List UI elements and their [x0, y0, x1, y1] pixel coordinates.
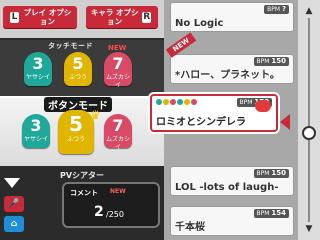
- song-bpm: BPM ?: [264, 5, 289, 14]
- touch-hard-name: ムズカシイ: [105, 74, 130, 89]
- scroll-down-icon[interactable]: ▼: [303, 224, 315, 234]
- touch-normal-level: 5: [72, 54, 84, 73]
- song-bpm: BPM 150: [253, 57, 289, 66]
- song-item[interactable]: BPM 154 千本桜: [170, 206, 294, 236]
- touch-hard-button[interactable]: 7 ムズカシイ: [104, 52, 132, 89]
- home-icon[interactable]: ⌂: [4, 216, 24, 232]
- char-option-button[interactable]: キャラ オプション R: [86, 6, 158, 28]
- crown-icon: ♛: [90, 108, 101, 122]
- song-item[interactable]: BPM 150 *ハロー、プラネット。: [170, 54, 294, 84]
- song-bpm: BPM 150: [253, 169, 289, 178]
- touch-normal-name: ふつう: [68, 74, 87, 81]
- r-key-icon: R: [142, 11, 151, 23]
- comment-count: 2: [94, 204, 104, 220]
- comment-bubble-icon: [255, 100, 271, 112]
- song-title: ロミオとシンデレラ: [156, 117, 246, 128]
- song-title: No Logic: [175, 18, 224, 29]
- song-title: LOL -lots of laugh-: [175, 182, 279, 193]
- song-bpm: BPM 154: [253, 209, 289, 218]
- touch-easy-button[interactable]: 3 ヤサシイ: [24, 52, 52, 86]
- button-easy-name: ヤサシイ: [23, 136, 48, 143]
- comment-label: コメント: [70, 189, 98, 197]
- comment-box[interactable]: コメント NEW 2 /250: [62, 182, 160, 228]
- song-item[interactable]: BPM 150 LOL -lots of laugh-: [170, 166, 294, 196]
- song-title: *ハロー、プラネット。: [175, 70, 280, 81]
- comment-new-badge: NEW: [110, 188, 126, 195]
- button-normal-level: 5: [69, 112, 83, 136]
- comment-total: /250: [106, 210, 124, 219]
- touch-hard-level: 7: [112, 54, 124, 73]
- button-hard-level: 7: [112, 116, 124, 135]
- button-easy-button[interactable]: 3 ヤサシイ: [22, 114, 50, 148]
- touch-mode-label: タッチモード: [48, 42, 93, 50]
- touch-easy-name: ヤサシイ: [25, 74, 50, 81]
- l-key-icon: L: [10, 11, 19, 23]
- button-normal-button[interactable]: 5 ふつう: [58, 110, 94, 154]
- mic-icon[interactable]: 🎤: [4, 196, 24, 212]
- play-option-label: プレイ オプション: [23, 8, 72, 26]
- char-option-label: キャラ オプション: [90, 8, 139, 26]
- song-title: 千本桜: [175, 222, 205, 233]
- scroll-thumb[interactable]: [302, 126, 316, 140]
- button-easy-level: 3: [30, 116, 42, 135]
- button-hard-button[interactable]: 7 ムズカシイ: [104, 114, 132, 151]
- touch-normal-button[interactable]: 5 ふつう: [64, 52, 92, 86]
- touch-easy-level: 3: [32, 54, 44, 73]
- button-hard-name: ムズカシイ: [105, 136, 130, 151]
- play-option-button[interactable]: L プレイ オプション: [3, 6, 77, 28]
- scroll-track: [308, 18, 310, 222]
- scroll-up-icon[interactable]: ▲: [303, 6, 315, 16]
- song-item[interactable]: BPM ? No Logic: [170, 2, 294, 32]
- song-icons: [156, 99, 197, 105]
- touch-hard-new-badge: NEW: [108, 44, 127, 52]
- pv-theater-label: PVシアター: [60, 171, 105, 180]
- button-normal-name: ふつう: [66, 136, 85, 143]
- down-arrow-icon: [4, 178, 20, 188]
- selection-pointer-icon: [280, 114, 290, 130]
